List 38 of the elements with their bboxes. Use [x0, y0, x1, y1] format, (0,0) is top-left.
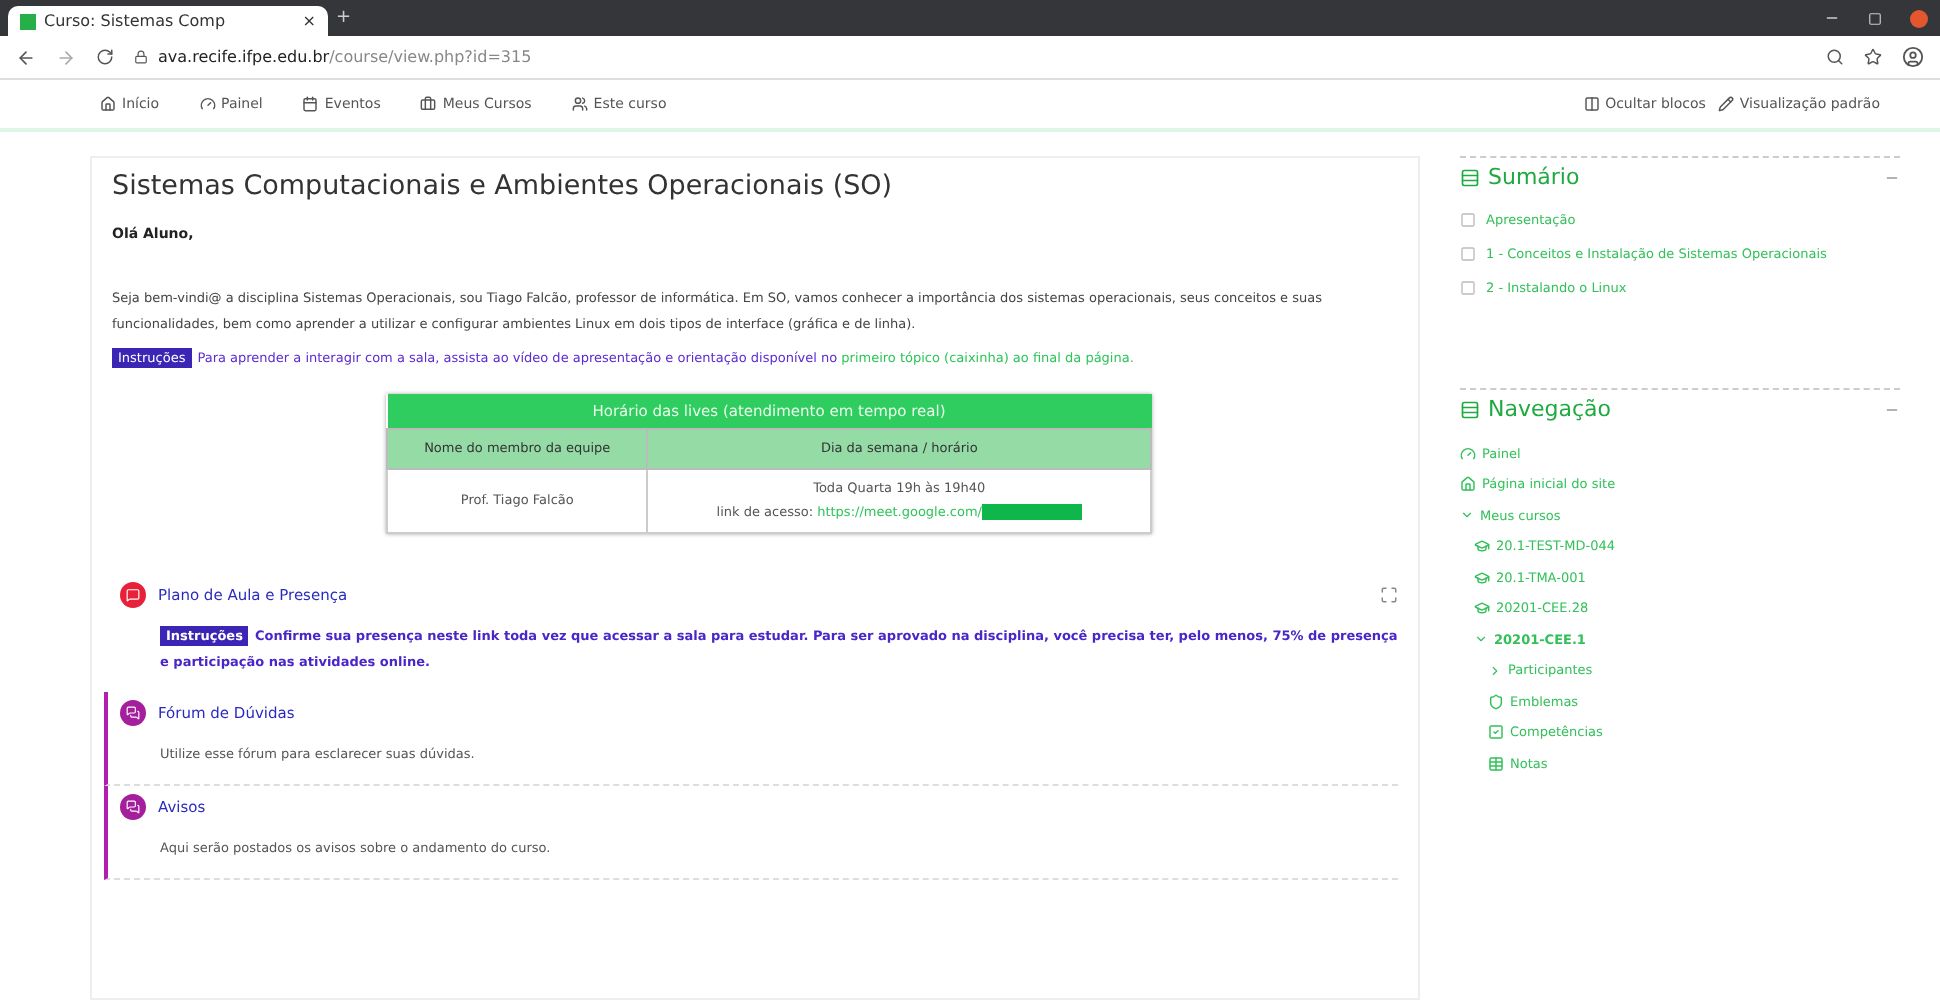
home-icon — [1460, 476, 1476, 493]
section-icon — [1460, 246, 1476, 262]
profile-icon[interactable] — [1902, 46, 1924, 68]
course-title: Sistemas Computacionais e Ambientes Operacionais (SO) — [112, 170, 895, 202]
list-icon — [1460, 399, 1480, 419]
block-title: Sumário — [1488, 164, 1582, 190]
graduation-cap-icon — [1474, 569, 1490, 586]
graduation-cap-icon — [1474, 600, 1490, 617]
redaction-block — [982, 504, 1082, 521]
lock-icon — [134, 50, 148, 64]
reload-icon[interactable] — [96, 48, 114, 66]
back-icon[interactable] — [16, 47, 36, 67]
site-favicon-icon — [20, 13, 36, 29]
list-icon — [1460, 167, 1480, 187]
calendar-icon — [302, 96, 319, 112]
columns-icon — [1583, 96, 1600, 112]
home-icon — [100, 96, 116, 112]
briefcase-icon — [420, 96, 437, 112]
tab-close-button[interactable]: × — [302, 12, 316, 30]
gauge-icon — [199, 96, 216, 112]
maximize-icon[interactable] — [1868, 11, 1882, 25]
new-tab-button[interactable]: + — [336, 9, 352, 27]
address-bar[interactable]: ava.recife.ifpe.edu.br/course/view.php?id=315 — [134, 48, 1806, 66]
users-icon — [571, 96, 588, 112]
table-icon — [1488, 755, 1504, 772]
block-title: Navegação — [1488, 396, 1613, 422]
checkbox-icon — [1488, 724, 1504, 741]
star-icon[interactable] — [1864, 48, 1882, 66]
completion-checkbox-icon[interactable] — [1380, 585, 1398, 603]
gauge-icon — [1460, 445, 1476, 462]
browser-tab[interactable]: Curso: Sistemas Comp × — [8, 6, 328, 36]
graduation-cap-icon — [1474, 538, 1490, 555]
section-icon — [1460, 280, 1476, 296]
pencil-icon — [1717, 96, 1734, 112]
shield-icon — [1488, 693, 1504, 710]
search-icon[interactable] — [1826, 48, 1844, 66]
section-icon — [1460, 212, 1476, 228]
close-window-icon[interactable] — [1910, 9, 1928, 27]
